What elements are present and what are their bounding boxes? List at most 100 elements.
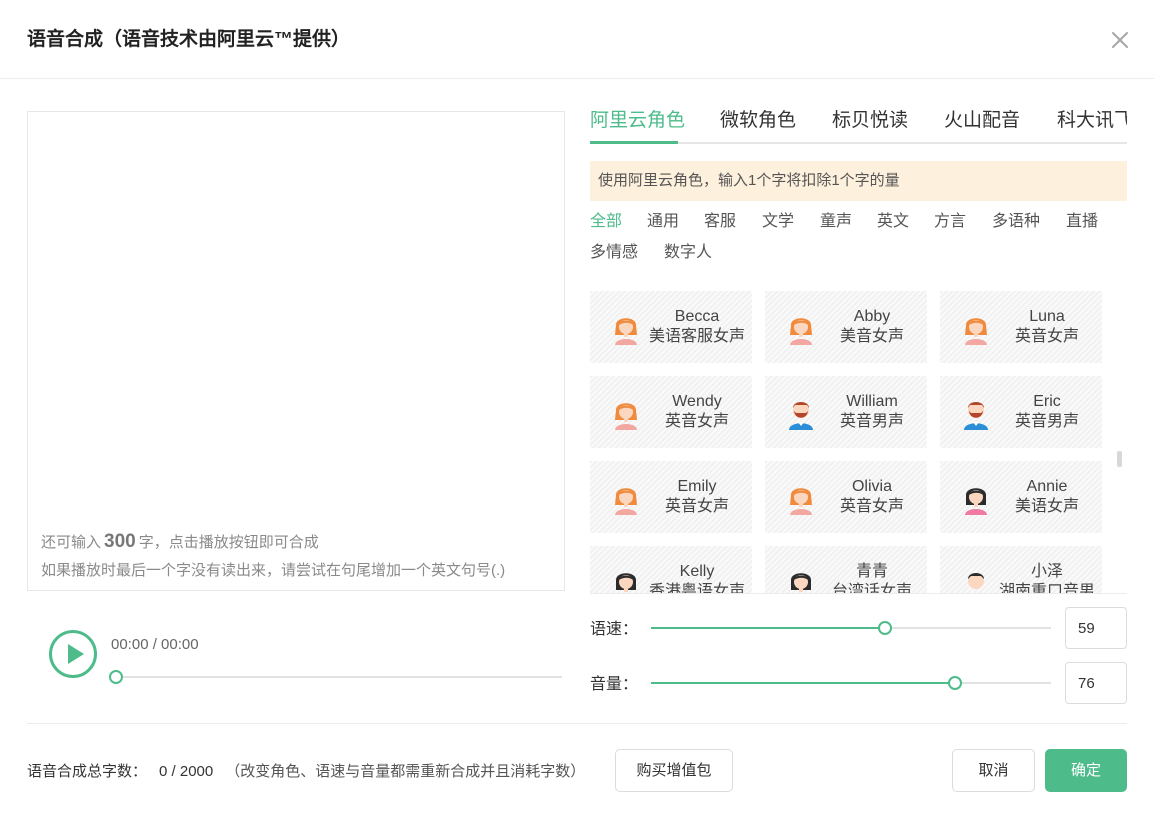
voice-name: Becca	[674, 308, 720, 325]
provider-tabs: 阿里云角色 微软角色 标贝悦读 火山配音 科大讯飞	[590, 108, 1127, 144]
close-icon[interactable]	[1106, 26, 1134, 54]
active-tab-indicator	[590, 141, 678, 144]
female-redhair-icon	[785, 311, 817, 345]
voice-name: 青青	[855, 563, 888, 580]
category-general[interactable]: 通用	[647, 211, 679, 233]
remaining-count: 300	[104, 531, 136, 552]
voice-name: Olivia	[851, 478, 892, 495]
hint-prefix: 还可输入	[41, 534, 102, 551]
speed-input[interactable]	[1065, 607, 1127, 649]
char-count-note: （改变角色、语速与音量都需重新合成并且消耗字数）	[225, 763, 586, 780]
hint-suffix: 字，点击播放按钮即可合成	[138, 534, 319, 551]
category-dialect[interactable]: 方言	[934, 211, 966, 233]
category-all[interactable]: 全部	[590, 211, 622, 233]
category-child[interactable]: 童声	[820, 211, 852, 233]
female-blackhair-icon	[960, 481, 992, 515]
voice-description: 湖南重口音男	[998, 583, 1095, 593]
footer-divider	[27, 723, 1127, 724]
voice-description: 英音男声	[839, 413, 904, 430]
volume-input[interactable]	[1065, 662, 1127, 704]
voice-card[interactable]: 小泽 湖南重口音男	[940, 546, 1102, 593]
voice-name: 小泽	[1030, 563, 1063, 580]
voice-description: 英音女声	[1014, 328, 1079, 345]
voice-card[interactable]: Abby 美音女声	[765, 291, 927, 363]
voice-card[interactable]: William 英音男声	[765, 376, 927, 448]
tab-biaobei[interactable]: 标贝悦读	[832, 108, 908, 134]
voice-card[interactable]: Olivia 英音女声	[765, 461, 927, 533]
female-redhair-icon	[610, 396, 642, 430]
category-live[interactable]: 直播	[1066, 211, 1098, 233]
voice-card[interactable]: Luna 英音女声	[940, 291, 1102, 363]
tab-volcano[interactable]: 火山配音	[944, 108, 1020, 134]
voice-description: 台湾话女声	[831, 583, 912, 593]
voice-description: 英音女声	[839, 498, 904, 515]
male-black-hair-icon	[960, 566, 992, 593]
playback-progress-track[interactable]	[117, 676, 562, 678]
text-editor[interactable]: 还可输入 300 字，点击播放按钮即可合成 如果播放时最后一个字没有读出来，请尝试在…	[27, 111, 565, 591]
female-blackhair-icon	[610, 566, 642, 593]
voice-description: 英音女声	[664, 498, 729, 515]
category-literature[interactable]: 文学	[762, 211, 794, 233]
male-beard-icon	[960, 396, 992, 430]
remaining-chars-hint: 还可输入 300 字，点击播放按钮即可合成	[41, 531, 319, 554]
dialog-header: 语音合成（语音技术由阿里云™提供）	[0, 0, 1154, 79]
category-digital-human[interactable]: 数字人	[664, 242, 712, 264]
cancel-button[interactable]: 取消	[952, 749, 1035, 792]
voice-grid-scrollbar[interactable]	[1117, 451, 1122, 467]
volume-slider-track[interactable]	[651, 682, 1051, 684]
female-redhair-icon	[960, 311, 992, 345]
usage-notice: 使用阿里云角色，输入1个字将扣除1个字的量	[590, 161, 1127, 201]
female-redhair-icon	[610, 311, 642, 345]
male-beard-icon	[785, 396, 817, 430]
confirm-button[interactable]: 确定	[1045, 749, 1127, 792]
tab-iflytek[interactable]: 科大讯飞	[1057, 108, 1127, 134]
speed-slider-track[interactable]	[651, 627, 1051, 629]
volume-slider-fill	[651, 682, 955, 684]
divider	[590, 593, 1127, 594]
voice-card[interactable]: Eric 英音男声	[940, 376, 1102, 448]
voice-grid: Becca 美语客服女声 Abby 美音女声 Luna 英音女声 Wendy 英音女声 Will…	[590, 291, 1127, 593]
voice-name: Kelly	[679, 563, 715, 580]
voice-name: Abby	[853, 308, 891, 325]
category-customer-service[interactable]: 客服	[704, 211, 736, 233]
voice-card[interactable]: Becca 美语客服女声	[590, 291, 752, 363]
play-button[interactable]	[49, 630, 97, 678]
char-count-label: 语音合成总字数：	[27, 763, 148, 780]
char-count-summary: 语音合成总字数： 0 / 2000 （改变角色、语速与音量都需重新合成并且消耗字数）	[27, 761, 585, 783]
category-multilingual[interactable]: 多语种	[992, 211, 1040, 233]
period-tip: 如果播放时最后一个字没有读出来，请尝试在句尾增加一个英文句号(.)	[41, 562, 506, 579]
buy-package-button[interactable]: 购买增值包	[615, 749, 733, 792]
female-redhair-icon	[610, 481, 642, 515]
voice-card[interactable]: Wendy 英音女声	[590, 376, 752, 448]
voice-description: 英音女声	[664, 413, 729, 430]
volume-label: 音量：	[590, 676, 639, 693]
char-count-value: 0 / 2000	[159, 763, 214, 780]
volume-slider-thumb[interactable]	[948, 676, 962, 690]
dialog-title: 语音合成（语音技术由阿里云™提供）	[27, 29, 351, 50]
voice-name: Annie	[1026, 478, 1068, 495]
voice-description: 美语客服女声	[648, 328, 745, 345]
category-emotional[interactable]: 多情感	[590, 242, 638, 264]
playback-time: 00:00 / 00:00	[111, 636, 199, 653]
female-redhair-icon	[785, 481, 817, 515]
tab-aliyun[interactable]: 阿里云角色	[590, 108, 685, 134]
voice-description: 美语女声	[1014, 498, 1079, 515]
category-english[interactable]: 英文	[877, 211, 909, 233]
speed-slider-thumb[interactable]	[878, 621, 892, 635]
tab-microsoft[interactable]: 微软角色	[720, 108, 796, 134]
play-icon	[68, 644, 84, 664]
female-blackhair-icon	[785, 566, 817, 593]
voice-card[interactable]: 青青 台湾话女声	[765, 546, 927, 593]
voice-name: Wendy	[672, 393, 722, 410]
voice-name: Emily	[677, 478, 717, 495]
voice-card[interactable]: Kelly 香港粤语女声	[590, 546, 752, 593]
voice-name: Eric	[1033, 393, 1061, 410]
voice-card[interactable]: Emily 英音女声	[590, 461, 752, 533]
voice-description: 英音男声	[1014, 413, 1079, 430]
speed-slider-fill	[651, 627, 885, 629]
speed-label: 语速：	[590, 621, 639, 638]
audio-player: 00:00 / 00:00	[27, 620, 567, 700]
voice-card[interactable]: Annie 美语女声	[940, 461, 1102, 533]
playback-progress-thumb[interactable]	[109, 670, 123, 684]
voice-description: 香港粤语女声	[648, 583, 745, 593]
